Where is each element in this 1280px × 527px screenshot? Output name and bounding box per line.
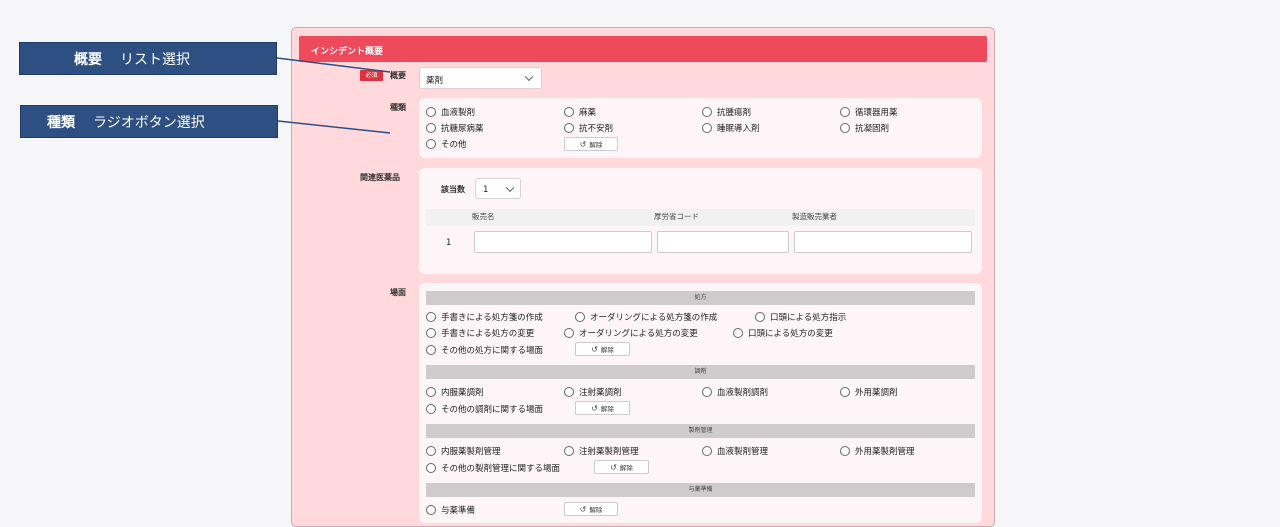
callout-text: リスト選択: [120, 51, 190, 68]
callout-summary: 概要 リスト選択: [19, 42, 277, 75]
callout-bold: 種類: [47, 114, 75, 131]
callout-line: [277, 120, 391, 134]
callout-connector-lines: [276, 57, 391, 134]
callout-line: [276, 57, 391, 73]
callout-bold: 概要: [74, 51, 102, 68]
callout-text: ラジオボタン選択: [93, 114, 205, 131]
callout-kind: 種類 ラジオボタン選択: [20, 105, 278, 138]
